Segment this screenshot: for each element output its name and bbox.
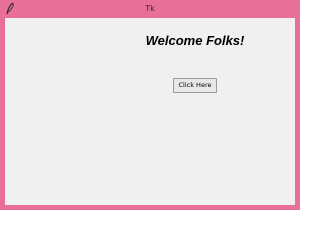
app-window: Tk Welcome Folks! Click Here: [0, 0, 300, 210]
title-bar[interactable]: Tk: [0, 0, 300, 18]
welcome-heading: Welcome Folks!: [145, 33, 245, 48]
window-content: Welcome Folks! Click Here: [5, 18, 295, 205]
window-title: Tk: [145, 4, 155, 13]
click-here-button[interactable]: Click Here: [173, 78, 217, 93]
